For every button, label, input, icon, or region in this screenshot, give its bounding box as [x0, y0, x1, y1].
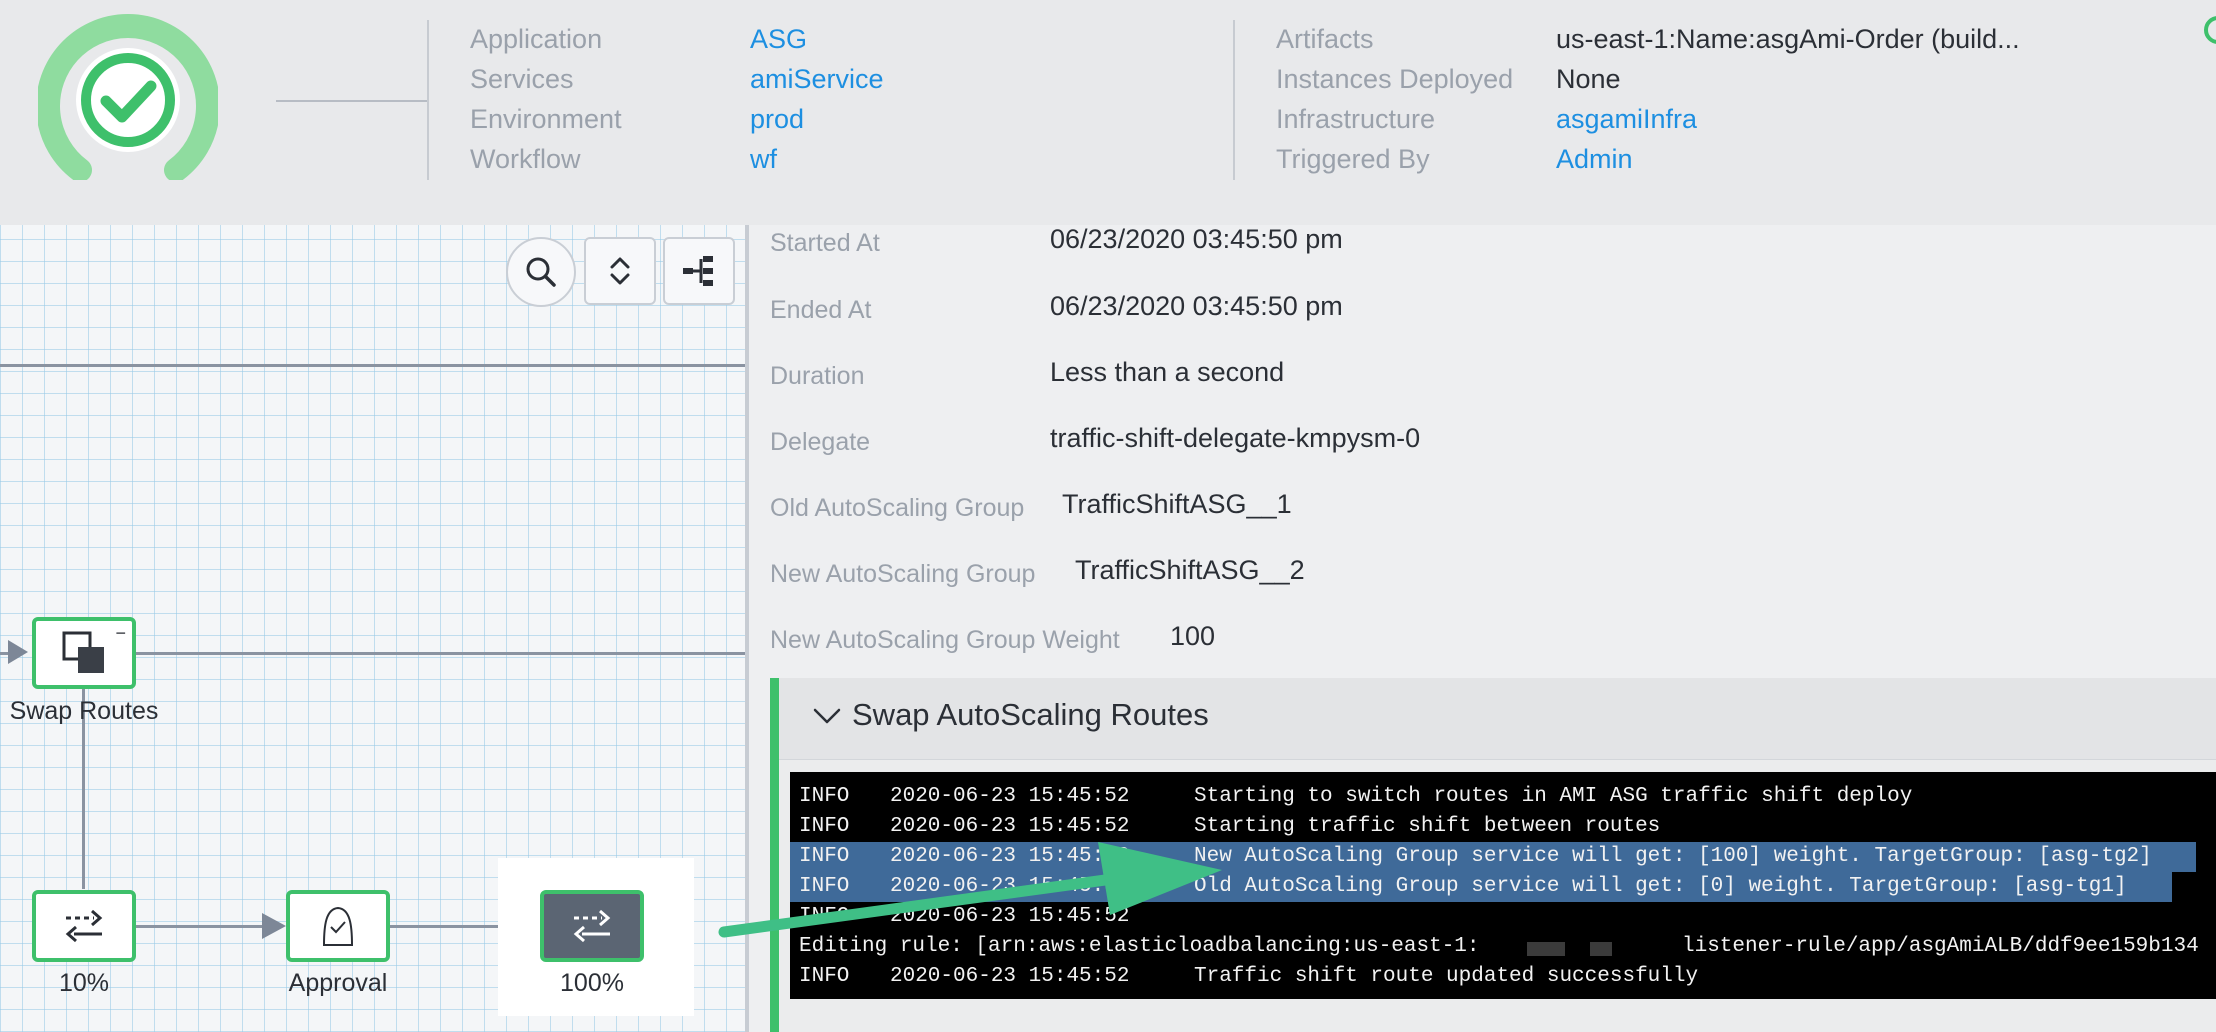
section-title: Swap AutoScaling Routes [852, 697, 1209, 732]
hundred-percent-node[interactable] [540, 890, 644, 962]
approval-label: Approval [288, 969, 388, 997]
infrastructure-label: Infrastructure [1276, 104, 1436, 134]
instances-deployed-value: None [1556, 64, 1621, 94]
panel-divider[interactable] [745, 225, 749, 1032]
workflow-link[interactable]: wf [750, 139, 777, 179]
delegate-value: traffic-shift-delegate-kmpysm-0 [1050, 423, 1421, 453]
started-at-label: Started At [770, 229, 880, 257]
traffic-shift-icon [65, 909, 103, 943]
execution-header: Application ASG Services amiService Envi… [0, 0, 2216, 225]
graph-expand-collapse-button[interactable] [584, 237, 656, 305]
started-at-value: 06/23/2020 03:45:50 pm [1050, 224, 1343, 254]
phase-separator-line [0, 364, 745, 367]
traffic-shift-icon [573, 909, 611, 943]
environment-link[interactable]: prod [750, 99, 804, 139]
ended-at-value: 06/23/2020 03:45:50 pm [1050, 291, 1343, 321]
graph-edge [136, 925, 270, 928]
redacted-text [1527, 942, 1565, 956]
instances-deployed-label: Instances Deployed [1276, 64, 1514, 94]
log-line-selected: INFO 2020-06-23 15:45:52 New AutoScaling G… [790, 842, 2196, 872]
new-asg-weight-value: 100 [1170, 621, 1216, 651]
graph-search-button[interactable] [506, 237, 576, 307]
services-label: Services [470, 64, 574, 94]
application-label: Application [470, 24, 603, 54]
artifacts-label: Artifacts [1276, 24, 1374, 54]
log-line-selected: INFO 2020-06-23 15:45:52 Old AutoScaling G… [790, 872, 2172, 902]
new-asg-value: TrafficShiftASG__2 [1075, 555, 1305, 585]
node-collapse-marker: − [115, 623, 126, 643]
success-status-gauge-icon [38, 14, 218, 180]
log-console[interactable]: INFO 2020-06-23 15:45:52 Starting to switc… [790, 772, 2216, 999]
triggered-by-label: Triggered By [1276, 144, 1430, 174]
chevron-down-icon[interactable] [812, 706, 842, 726]
chevron-up-down-icon [610, 257, 630, 285]
old-asg-label: Old AutoScaling Group [770, 494, 1025, 522]
tree-layout-icon [683, 256, 713, 286]
ended-at-label: Ended At [770, 296, 872, 324]
artifacts-value: us-east-1:Name:asgAmi-Order (build... [1556, 24, 2020, 54]
hundred-percent-label: 100% [560, 969, 624, 997]
approval-person-icon [322, 906, 354, 946]
swap-routes-label: Swap Routes [9, 697, 159, 725]
duration-label: Duration [770, 362, 865, 390]
new-asg-label: New AutoScaling Group [770, 560, 1036, 588]
application-link[interactable]: ASG [750, 19, 807, 59]
header-connector-line [276, 100, 428, 102]
environment-label: Environment [470, 104, 622, 134]
header-separator [427, 20, 429, 180]
triggered-by-link[interactable]: Admin [1556, 139, 1633, 179]
new-asg-weight-label: New AutoScaling Group Weight [770, 626, 1120, 654]
services-link[interactable]: amiService [750, 59, 884, 99]
search-icon [526, 257, 556, 287]
section-status-bar [770, 678, 779, 1032]
old-asg-value: TrafficShiftASG__1 [1062, 489, 1292, 519]
swap-routes-node[interactable]: − [32, 617, 136, 689]
approval-node[interactable] [286, 890, 390, 962]
log-line: INFO 2020-06-23 15:45:52 [799, 905, 1130, 928]
delegate-label: Delegate [770, 428, 871, 456]
swap-routes-icon [62, 631, 104, 673]
workflow-label: Workflow [470, 144, 581, 174]
ten-percent-label: 10% [58, 969, 110, 997]
duration-value: Less than a second [1050, 357, 1285, 387]
graph-edge [136, 652, 745, 655]
redacted-text [1590, 942, 1612, 956]
log-line: INFO 2020-06-23 15:45:52 Starting to switc… [799, 785, 1913, 808]
ten-percent-node[interactable] [32, 890, 136, 962]
infrastructure-link[interactable]: asgamiInfra [1556, 99, 1697, 139]
log-line: INFO 2020-06-23 15:45:52 Traffic shift rou… [799, 965, 1699, 988]
log-line-editing-rule: Editing rule: [arn:aws:elasticloadbalanc… [799, 935, 2199, 958]
edge-arrowhead [8, 640, 28, 664]
log-line: INFO 2020-06-23 15:45:52 Starting traffic … [799, 815, 1661, 838]
header-separator [1233, 20, 1235, 180]
graph-layout-button[interactable] [663, 237, 735, 305]
edge-arrowhead [262, 913, 286, 939]
